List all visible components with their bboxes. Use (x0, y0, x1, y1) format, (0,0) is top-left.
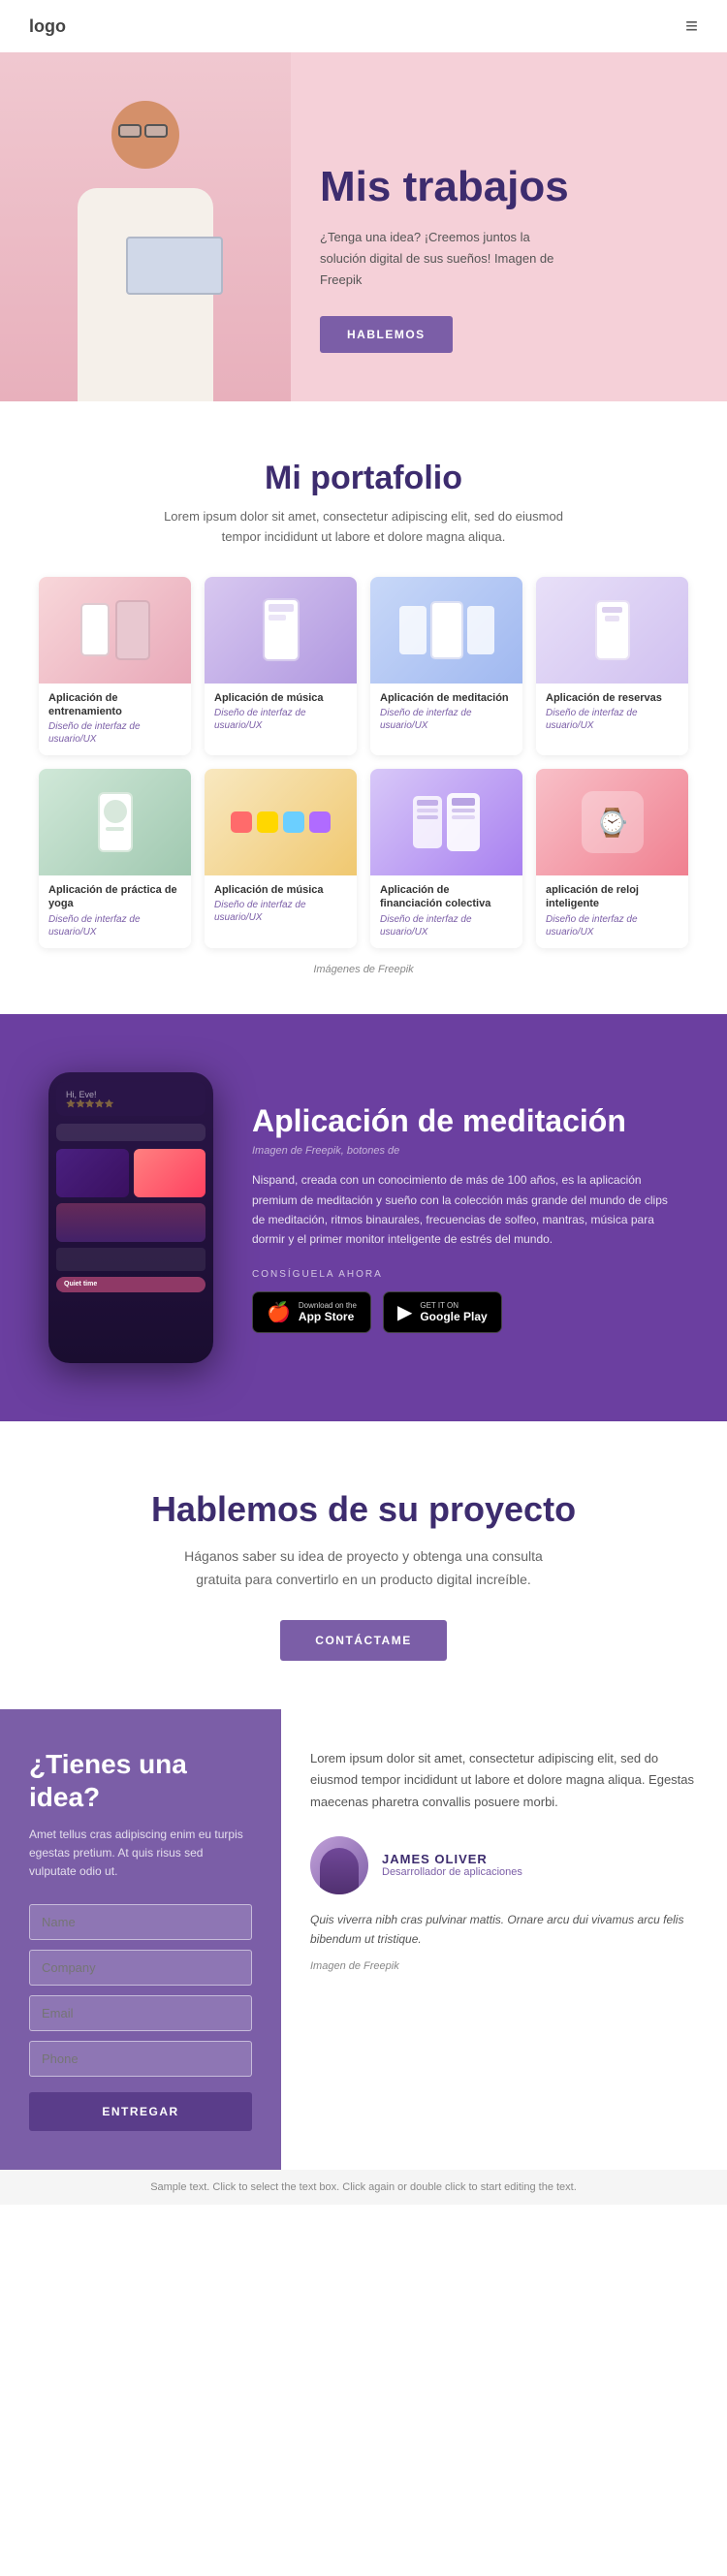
bottom-left-desc: Amet tellus cras adipiscing enim eu turp… (29, 1826, 252, 1882)
card-image (205, 577, 357, 684)
card-image (536, 577, 688, 684)
bottom-right: Lorem ipsum dolor sit amet, consectetur … (281, 1709, 727, 2170)
google-play-button[interactable]: ▶ GET IT ON Google Play (383, 1291, 502, 1333)
card-type: Diseño de interfaz de usuario/UX (214, 707, 347, 732)
hero-subtitle: ¿Tenga una idea? ¡Creemos juntos la solu… (320, 227, 572, 291)
card-name: Aplicación de financiación colectiva (380, 883, 513, 911)
contact-title: Hablemos de su proyecto (39, 1489, 688, 1530)
consigue-label: CONSÍGUELA AHORA (252, 1269, 679, 1280)
portfolio-card[interactable]: ⌚ aplicación de reloj inteligente Diseño… (536, 769, 688, 948)
portfolio-title: Mi portafolio (39, 460, 688, 497)
app-store-sub: Download on the (299, 1301, 357, 1310)
card-image (370, 769, 522, 875)
card-type: Diseño de interfaz de usuario/UX (48, 720, 181, 746)
card-type: Diseño de interfaz de usuario/UX (214, 899, 347, 924)
card-type: Diseño de interfaz de usuario/UX (380, 913, 513, 938)
card-image (39, 577, 191, 684)
apple-icon: 🍎 (267, 1300, 291, 1324)
name-field[interactable] (29, 1904, 252, 1940)
avatar (310, 1836, 368, 1894)
bottom-left: ¿Tienes una idea? Amet tellus cras adipi… (0, 1709, 281, 2170)
contact-description: Háganos saber su idea de proyecto y obte… (179, 1545, 548, 1592)
card-name: Aplicación de música (214, 883, 347, 897)
store-buttons: 🍎 Download on the App Store ▶ GET IT ON … (252, 1291, 679, 1333)
app-description: Nispand, creada con un conocimiento de m… (252, 1170, 679, 1250)
portfolio-card[interactable]: Aplicación de financiación colectiva Dis… (370, 769, 522, 948)
bottom-left-title: ¿Tienes una idea? (29, 1748, 252, 1813)
image-credit: Imagen de Freepik (310, 1960, 698, 1972)
app-content: Aplicación de meditación Imagen de Freep… (252, 1102, 679, 1333)
contact-cta-button[interactable]: CONTÁCTAME (280, 1620, 446, 1661)
card-name: Aplicación de práctica de yoga (48, 883, 181, 911)
card-name: Aplicación de reservas (546, 691, 679, 705)
portfolio-grid: Aplicación de entrenamiento Diseño de in… (39, 577, 688, 948)
google-play-label: Google Play (420, 1310, 487, 1323)
menu-icon[interactable]: ≡ (685, 14, 698, 39)
phone-field[interactable] (29, 2041, 252, 2077)
portfolio-credit: Imágenes de Freepik (39, 964, 688, 975)
card-type: Diseño de interfaz de usuario/UX (546, 707, 679, 732)
card-image (370, 577, 522, 684)
app-store-label: App Store (299, 1310, 357, 1323)
profile-row: JAMES OLIVER Desarrollador de aplicacion… (310, 1836, 698, 1894)
bottom-right-desc: Lorem ipsum dolor sit amet, consectetur … (310, 1748, 698, 1812)
profile-name: JAMES OLIVER (382, 1852, 522, 1866)
portfolio-description: Lorem ipsum dolor sit amet, consectetur … (150, 507, 577, 548)
portfolio-card[interactable]: Aplicación de meditación Diseño de inter… (370, 577, 522, 756)
contact-section: Hablemos de su proyecto Háganos saber su… (0, 1421, 727, 1710)
card-name: Aplicación de música (214, 691, 347, 705)
hero-image (0, 52, 291, 401)
footer: Sample text. Click to select the text bo… (0, 2170, 727, 2205)
card-image: ⌚ (536, 769, 688, 875)
app-title: Aplicación de meditación (252, 1102, 679, 1139)
portfolio-card[interactable]: Aplicación de música Diseño de interfaz … (205, 769, 357, 948)
hero-title: Mis trabajos (320, 164, 688, 210)
app-section: Hi, Eve! ⭐⭐⭐⭐⭐ Quiet time Aplicación de … (0, 1014, 727, 1421)
app-store-button[interactable]: 🍎 Download on the App Store (252, 1291, 371, 1333)
card-name: aplicación de reloj inteligente (546, 883, 679, 911)
company-field[interactable] (29, 1950, 252, 1986)
app-mockup: Hi, Eve! ⭐⭐⭐⭐⭐ Quiet time (48, 1072, 213, 1363)
portfolio-card[interactable]: Aplicación de música Diseño de interfaz … (205, 577, 357, 756)
portfolio-card[interactable]: Aplicación de práctica de yoga Diseño de… (39, 769, 191, 948)
hero-section: Mis trabajos ¿Tenga una idea? ¡Creemos j… (0, 52, 727, 401)
submit-button[interactable]: ENTREGAR (29, 2092, 252, 2131)
hero-cta-button[interactable]: HABLEMOS (320, 316, 453, 353)
portfolio-card[interactable]: Aplicación de reservas Diseño de interfa… (536, 577, 688, 756)
portfolio-section: Mi portafolio Lorem ipsum dolor sit amet… (0, 401, 727, 1014)
profile-quote: Quis viverra nibh cras pulvinar mattis. … (310, 1910, 698, 1950)
card-image (39, 769, 191, 875)
person-figure (29, 72, 262, 401)
bottom-section: ¿Tienes una idea? Amet tellus cras adipi… (0, 1709, 727, 2170)
footer-text: Sample text. Click to select the text bo… (29, 2181, 698, 2193)
card-type: Diseño de interfaz de usuario/UX (546, 913, 679, 938)
email-field[interactable] (29, 1995, 252, 2031)
card-type: Diseño de interfaz de usuario/UX (380, 707, 513, 732)
card-image (205, 769, 357, 875)
navigation: logo ≡ (0, 0, 727, 52)
card-type: Diseño de interfaz de usuario/UX (48, 913, 181, 938)
card-name: Aplicación de entrenamiento (48, 691, 181, 719)
app-credit: Imagen de Freepik, botones de (252, 1145, 679, 1157)
portfolio-card[interactable]: Aplicación de entrenamiento Diseño de in… (39, 577, 191, 756)
logo: logo (29, 16, 66, 37)
google-play-sub: GET IT ON (420, 1301, 487, 1310)
google-play-icon: ▶ (397, 1300, 412, 1324)
profile-role: Desarrollador de aplicaciones (382, 1866, 522, 1878)
card-name: Aplicación de meditación (380, 691, 513, 705)
hero-content: Mis trabajos ¿Tenga una idea? ¡Creemos j… (291, 115, 727, 401)
